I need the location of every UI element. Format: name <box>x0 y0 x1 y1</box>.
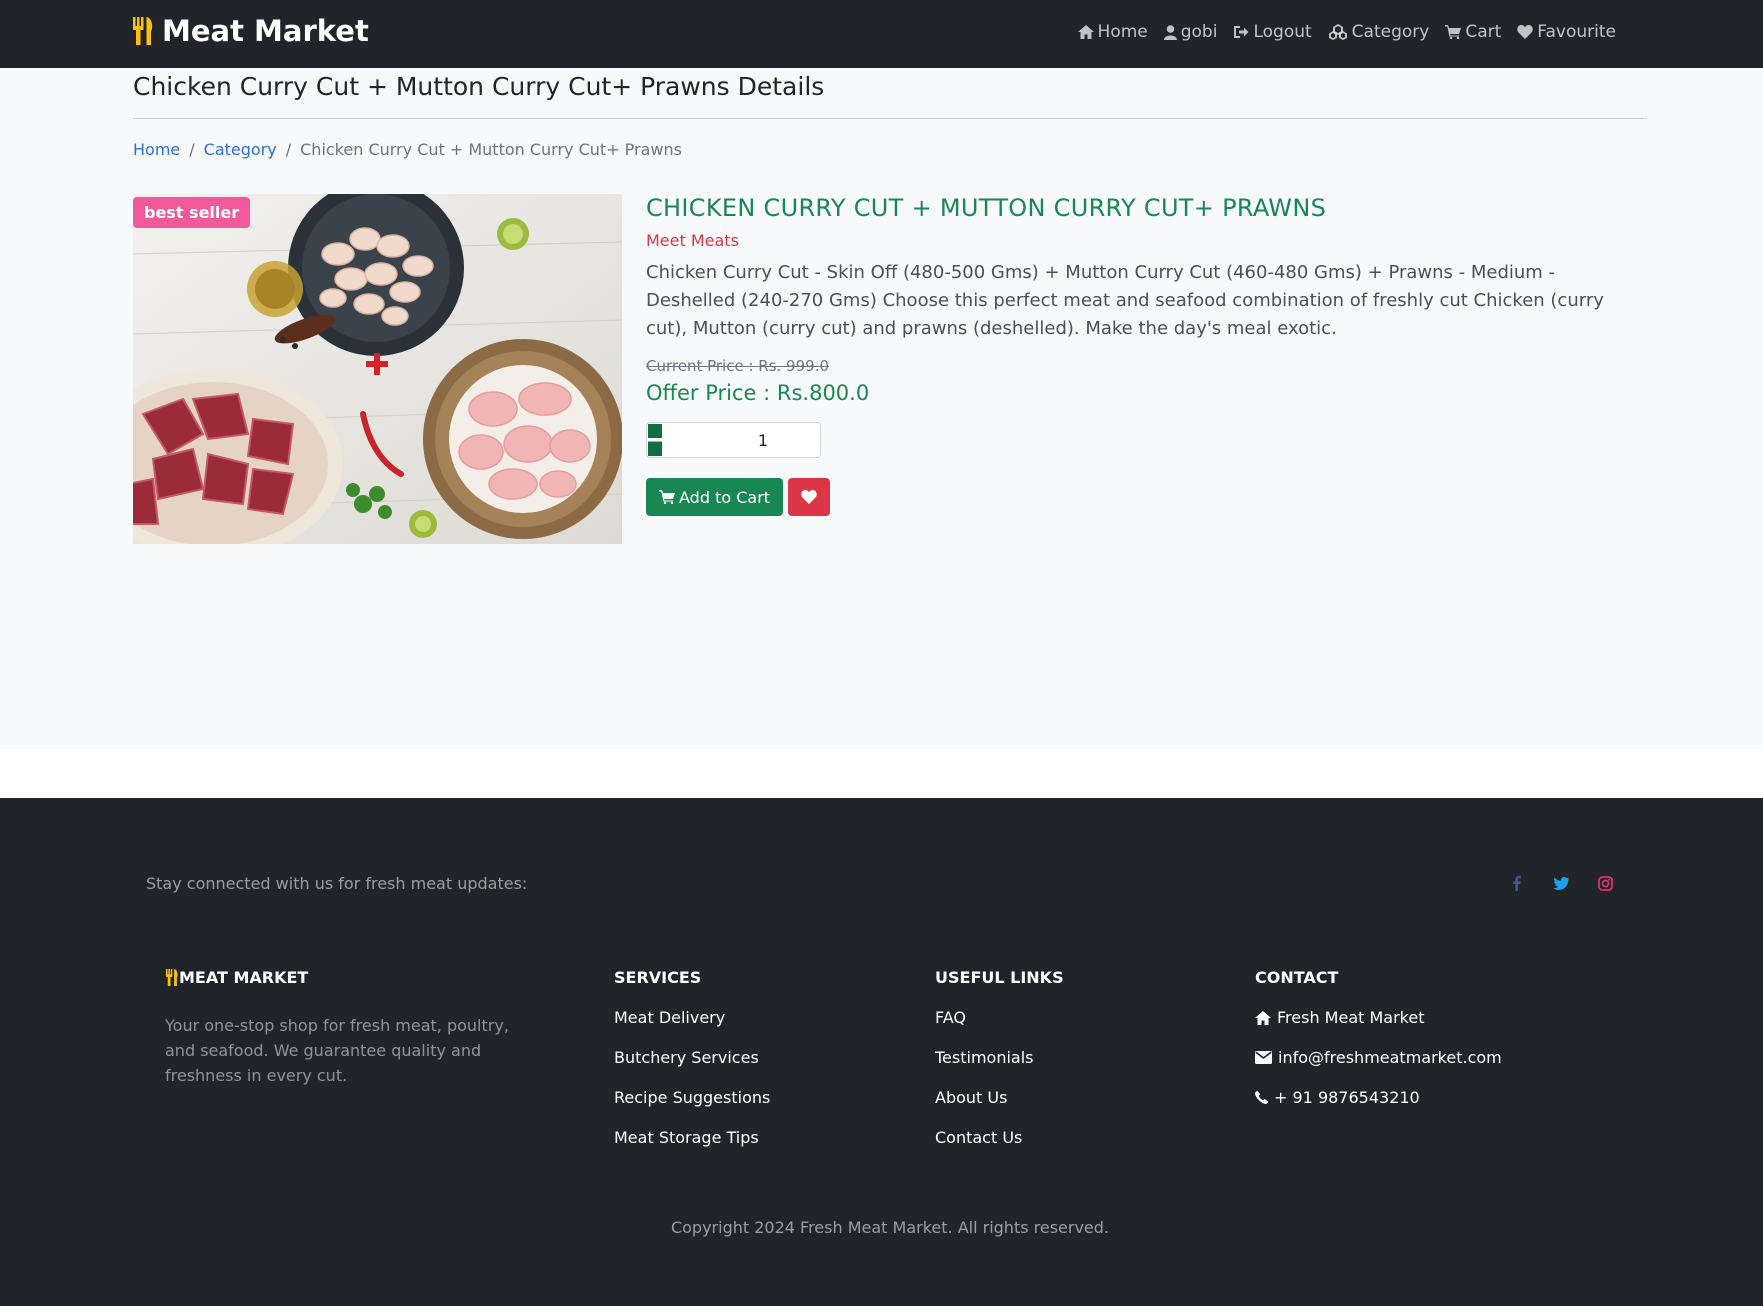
footer-useful-links-column: USEFUL LINKS FAQ Testimonials About Us C… <box>935 968 1064 1147</box>
product-name: CHICKEN CURRY CUT + MUTTON CURRY CUT+ PR… <box>646 194 1327 222</box>
stay-connected-text: Stay connected with us for fresh meat up… <box>146 874 528 893</box>
footer-link-about-us[interactable]: About Us <box>935 1088 1064 1107</box>
user-icon <box>1163 24 1177 40</box>
nav-category[interactable]: Category <box>1328 22 1430 42</box>
best-seller-badge: best seller <box>133 197 251 228</box>
breadcrumb-separator: / <box>285 140 292 159</box>
footer-services-column: SERVICES Meat Delivery Butchery Services… <box>614 968 770 1147</box>
nav-logout[interactable]: Logout <box>1233 22 1312 42</box>
title-divider <box>133 118 1647 119</box>
utensils-icon <box>133 17 153 45</box>
add-to-cart-button[interactable]: Add to Cart <box>646 478 784 516</box>
heart-icon <box>1517 25 1534 39</box>
nav-home[interactable]: Home <box>1077 22 1148 42</box>
nav-favourite-label: Favourite <box>1537 22 1616 42</box>
brand-link[interactable]: Meat Market <box>132 14 369 48</box>
add-to-favourite-button[interactable] <box>788 478 831 516</box>
footer: Stay connected with us for fresh meat up… <box>0 798 1763 1306</box>
envelope-icon <box>1255 1051 1272 1064</box>
phone-icon <box>1255 1091 1268 1104</box>
footer-contact-phone-text: + 91 9876543210 <box>1274 1088 1420 1107</box>
content-spacer <box>0 749 1763 798</box>
current-price: Current Price : Rs. 999.0 <box>646 357 830 375</box>
nav-user[interactable]: gobi <box>1163 22 1218 42</box>
breadcrumb-current: Chicken Curry Cut + Mutton Curry Cut+ Pr… <box>300 140 682 159</box>
breadcrumb: Home / Category / Chicken Curry Cut + Mu… <box>133 140 682 159</box>
facebook-icon[interactable] <box>1507 873 1527 893</box>
product-description: Chicken Curry Cut - Skin Off (480-500 Gm… <box>646 262 1604 339</box>
breadcrumb-home[interactable]: Home <box>133 140 180 159</box>
footer-contact-heading: CONTACT <box>1255 968 1339 987</box>
instagram-icon[interactable] <box>1595 873 1615 893</box>
nav-category-label: Category <box>1351 22 1430 42</box>
cart-icon <box>659 490 675 504</box>
footer-contact-column: CONTACT Fresh Meat Market info@freshmeat… <box>1255 968 1502 1107</box>
brand-name: Meat Market <box>162 14 369 48</box>
quantity-input[interactable] <box>663 423 820 457</box>
cart-icon <box>1445 25 1462 39</box>
nav-cart-label: Cart <box>1465 22 1502 42</box>
nav-logout-label: Logout <box>1253 22 1312 42</box>
nav-user-label: gobi <box>1180 22 1218 42</box>
footer-link-faq[interactable]: FAQ <box>935 1008 1064 1027</box>
heart-icon <box>801 490 817 504</box>
nav-favourite[interactable]: Favourite <box>1517 22 1616 42</box>
footer-link-meat-delivery[interactable]: Meat Delivery <box>614 1008 770 1027</box>
footer-link-meat-storage-tips[interactable]: Meat Storage Tips <box>614 1128 770 1147</box>
footer-link-recipe-suggestions[interactable]: Recipe Suggestions <box>614 1088 770 1107</box>
footer-contact-phone[interactable]: + 91 9876543210 <box>1255 1088 1502 1107</box>
twitter-icon[interactable] <box>1551 873 1571 893</box>
footer-about-column: MEAT MARKET Your one-stop shop for fresh… <box>165 968 515 1088</box>
quantity-stepper <box>646 422 821 458</box>
footer-about-text: Your one-stop shop for fresh meat, poult… <box>165 1016 509 1085</box>
nav-home-label: Home <box>1097 22 1148 42</box>
footer-about-title: MEAT MARKET <box>179 968 309 987</box>
product-info: CHICKEN CURRY CUT + MUTTON CURRY CUT+ PR… <box>646 194 1648 516</box>
breadcrumb-category[interactable]: Category <box>204 140 277 159</box>
offer-price: Offer Price : Rs.800.0 <box>646 381 870 405</box>
utensils-icon <box>165 969 178 986</box>
footer-useful-links-heading: USEFUL LINKS <box>935 968 1064 987</box>
minus-icon <box>648 438 662 442</box>
footer-about-heading: MEAT MARKET <box>165 968 515 987</box>
breadcrumb-separator: / <box>189 140 195 159</box>
footer-contact-email-text: info@freshmeatmarket.com <box>1278 1048 1502 1067</box>
add-to-cart-label: Add to Cart <box>679 487 771 507</box>
decrease-quantity-button[interactable] <box>647 423 663 457</box>
social-links <box>1507 873 1615 893</box>
footer-contact-address: Fresh Meat Market <box>1255 1008 1502 1027</box>
footer-link-testimonials[interactable]: Testimonials <box>935 1048 1064 1067</box>
product-image <box>133 194 622 544</box>
footer-contact-email[interactable]: info@freshmeatmarket.com <box>1255 1048 1502 1067</box>
footer-link-contact-us[interactable]: Contact Us <box>935 1128 1064 1147</box>
footer-link-butchery-services[interactable]: Butchery Services <box>614 1048 770 1067</box>
footer-contact-address-text: Fresh Meat Market <box>1277 1008 1425 1027</box>
home-icon <box>1077 25 1094 39</box>
top-navbar: Meat Market Home gobi Logout Category Ca… <box>0 0 1763 68</box>
logout-icon <box>1234 26 1249 38</box>
copyright-text: Copyright 2024 Fresh Meat Market. All ri… <box>670 1218 1110 1237</box>
home-icon <box>1255 1010 1271 1025</box>
category-icon <box>1328 24 1347 40</box>
footer-services-heading: SERVICES <box>614 968 702 987</box>
nav-cart[interactable]: Cart <box>1445 22 1501 42</box>
page-title: Chicken Curry Cut + Mutton Curry Cut+ Pr… <box>133 72 825 101</box>
product-brand: Meet Meats <box>646 231 739 250</box>
